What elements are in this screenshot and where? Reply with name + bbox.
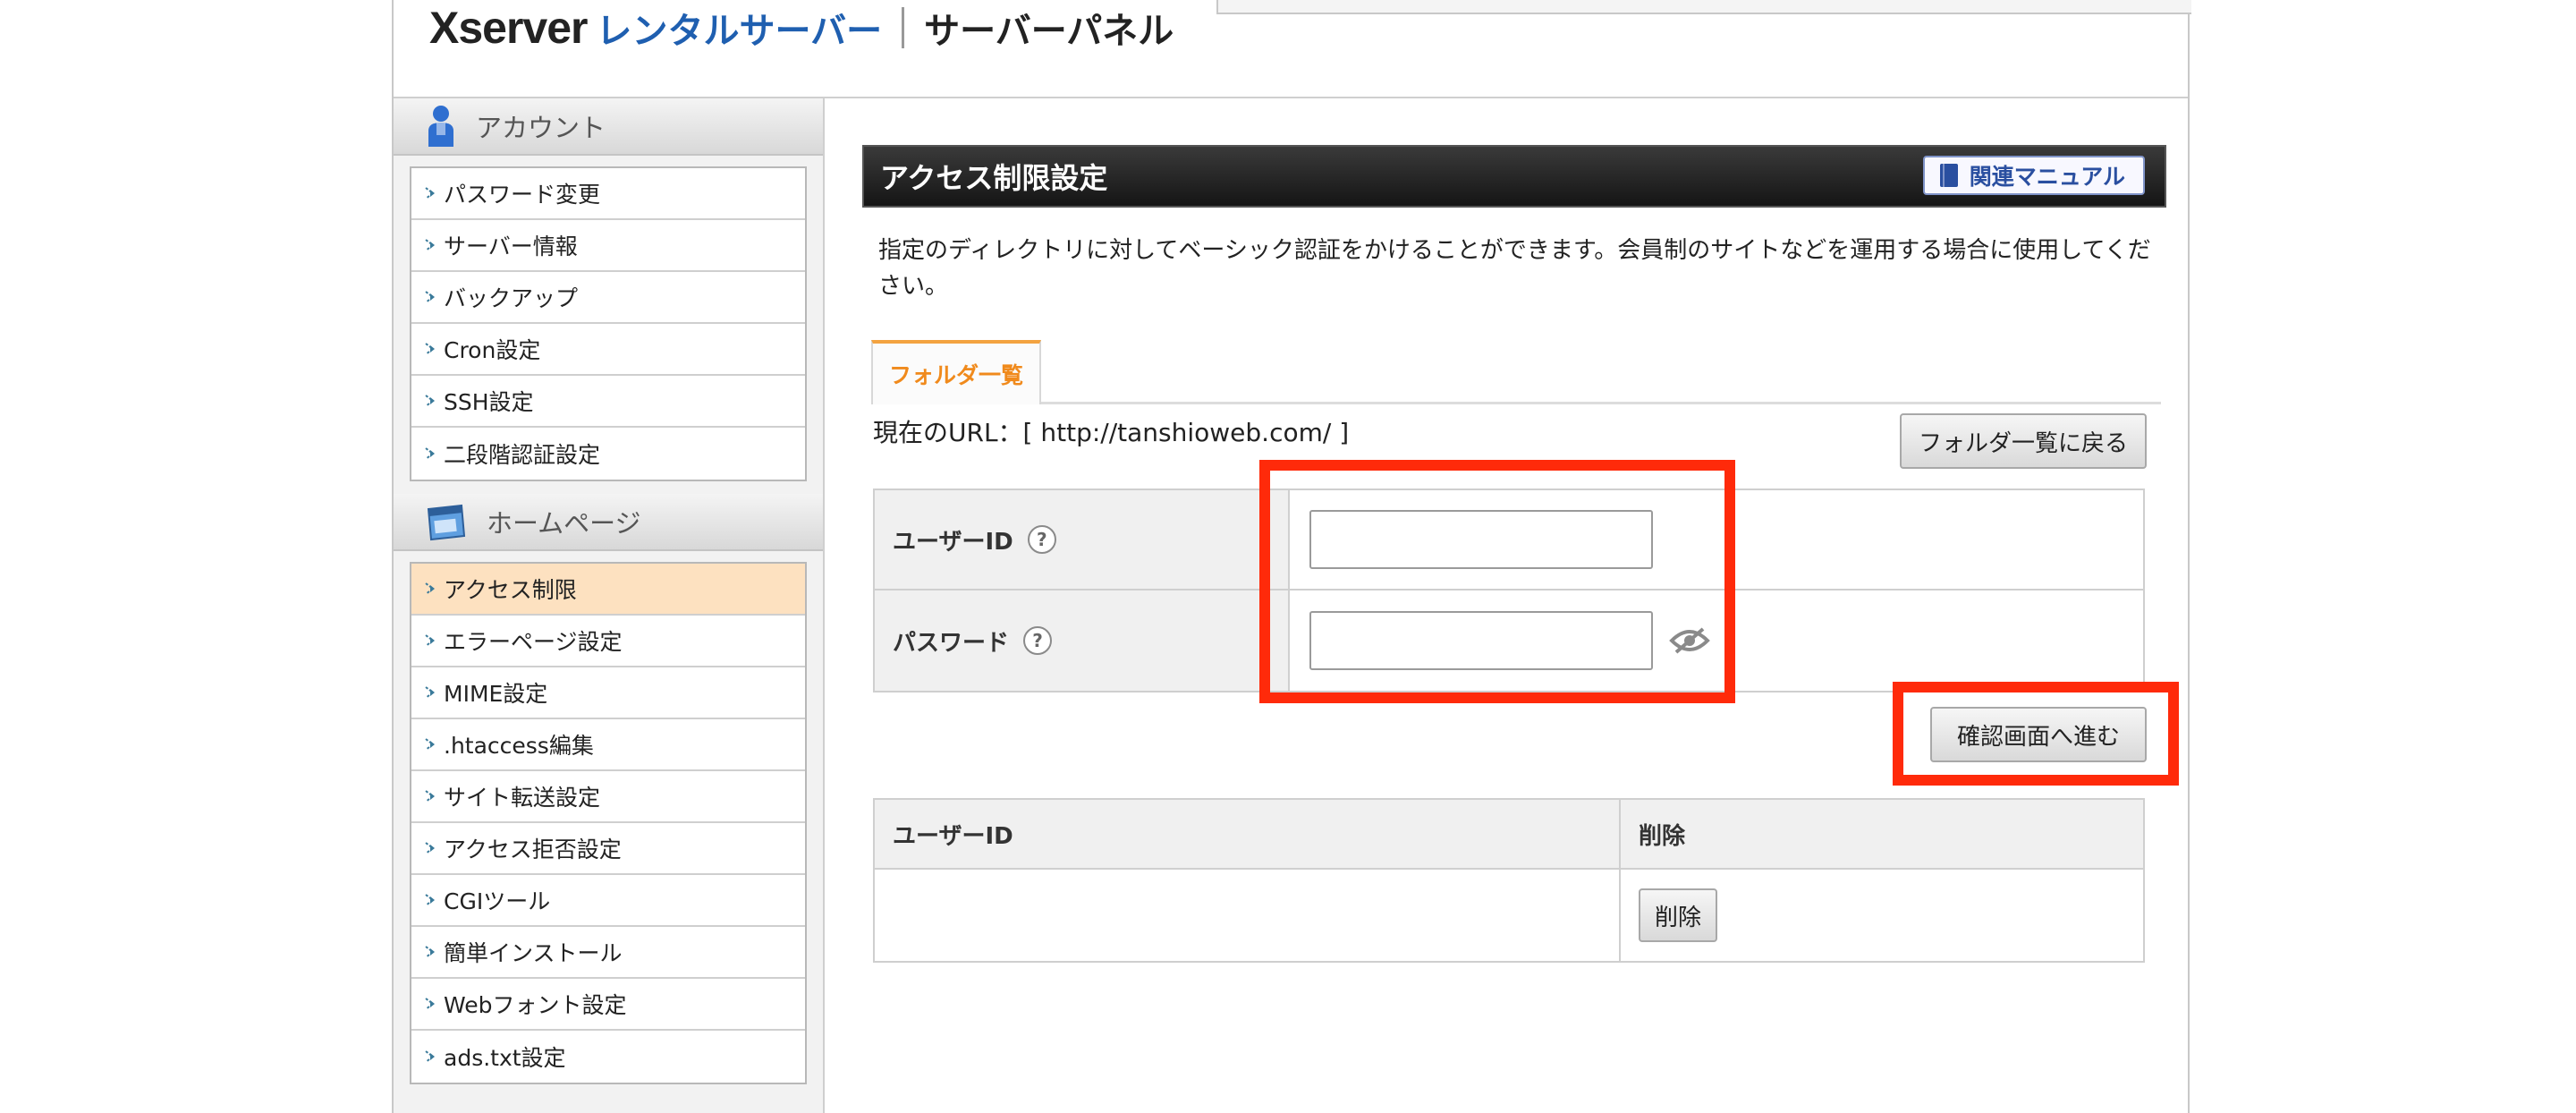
- arrow-bullet-icon: [425, 343, 435, 355]
- arrow-bullet-icon: [425, 634, 435, 647]
- page-description: 指定のディレクトリに対してベーシック認証をかけることができます。会員制のサイトな…: [878, 237, 2151, 300]
- sidebar-item-mime[interactable]: MIME設定: [411, 667, 805, 719]
- tab-strip: フォルダ一覧: [871, 340, 2161, 404]
- sidebar-item-site-redirect[interactable]: サイト転送設定: [411, 771, 805, 823]
- sidebar-item-label: アクセス拒否設定: [444, 837, 622, 862]
- logo[interactable]: Xserver レンタルサーバー サーバーパネル: [429, 3, 1174, 53]
- column-header-user-id: ユーザーID: [875, 800, 1621, 868]
- sidebar-item-backup[interactable]: バックアップ: [411, 272, 805, 324]
- logo-divider: [902, 7, 905, 48]
- password-label: パスワード: [893, 629, 1010, 657]
- arrow-bullet-icon: [425, 395, 435, 407]
- arrow-bullet-icon: [425, 842, 435, 854]
- arrow-bullet-icon: [425, 187, 435, 200]
- sidebar-item-ssh[interactable]: SSH設定: [411, 376, 805, 428]
- form-label-password: パスワード ?: [875, 590, 1290, 691]
- help-icon[interactable]: ?: [1023, 626, 1053, 655]
- back-to-folder-list-label: フォルダ一覧に戻る: [1918, 429, 2128, 457]
- related-manual-button[interactable]: 関連マニュアル: [1922, 156, 2145, 195]
- delete-button[interactable]: 削除: [1639, 888, 1718, 942]
- back-to-folder-list-button[interactable]: フォルダ一覧に戻る: [1900, 413, 2147, 469]
- sidebar-item-label: パスワード変更: [444, 182, 601, 208]
- sidebar-item-label: .htaccess編集: [444, 733, 594, 759]
- sidebar-item-label: Webフォント設定: [444, 992, 627, 1018]
- sidebar-item-label: SSH設定: [444, 389, 534, 415]
- column-header-delete: 削除: [1639, 822, 1686, 850]
- user-list-header: ユーザーID 削除: [875, 800, 2143, 870]
- sidebar-item-label: エラーページ設定: [444, 629, 623, 655]
- arrow-bullet-icon: [425, 946, 435, 958]
- sidebar-item-label: ads.txt設定: [444, 1045, 566, 1071]
- arrow-bullet-icon: [425, 738, 435, 751]
- sidebar-item-password-change[interactable]: パスワード変更: [411, 168, 805, 220]
- logo-xserver: Xserver: [429, 3, 588, 53]
- sidebar-item-label: Cron設定: [444, 337, 541, 363]
- sidebar-item-two-factor[interactable]: 二段階認証設定: [411, 428, 805, 480]
- form-label-user-id: ユーザーID ?: [875, 490, 1290, 589]
- sidebar-item-label: バックアップ: [444, 285, 579, 311]
- arrow-bullet-icon: [425, 582, 435, 595]
- table-row: 削除: [875, 870, 2143, 961]
- logo-rental-server: レンタルサーバー: [596, 11, 883, 52]
- sidebar-item-server-info[interactable]: サーバー情報: [411, 220, 805, 272]
- sidebar-item-web-font[interactable]: Webフォント設定: [411, 979, 805, 1031]
- window-icon: [427, 504, 466, 541]
- arrow-bullet-icon: [425, 1050, 435, 1063]
- sidebar-item-access-restriction[interactable]: アクセス制限: [411, 564, 805, 616]
- page-frame: Xserver レンタルサーバー サーバーパネル アカウント パスワード変更 サ…: [392, 0, 2191, 1113]
- sidebar-item-label: サイト転送設定: [444, 785, 601, 811]
- arrow-bullet-icon: [425, 998, 435, 1010]
- arrow-bullet-icon: [425, 790, 435, 803]
- sidebar-item-cgi-tool[interactable]: CGIツール: [411, 875, 805, 927]
- sidebar-item-easy-install[interactable]: 簡単インストール: [411, 927, 805, 979]
- header: Xserver レンタルサーバー サーバーパネル: [394, 0, 2191, 98]
- sidebar-item-label: 二段階認証設定: [444, 442, 601, 468]
- sidebar-item-cron[interactable]: Cron設定: [411, 324, 805, 376]
- user-list-table: ユーザーID 削除 削除: [873, 798, 2145, 963]
- sidebar-section-homepage: ホームページ: [394, 494, 823, 551]
- help-icon[interactable]: ?: [1027, 525, 1056, 554]
- arrow-bullet-icon: [425, 686, 435, 699]
- sidebar-item-label: サーバー情報: [444, 234, 578, 259]
- tab-folder-list[interactable]: フォルダ一覧: [871, 340, 1041, 404]
- user-icon: [428, 106, 453, 147]
- sidebar-item-label: CGIツール: [444, 888, 551, 914]
- highlight-box-confirm: [1893, 682, 2179, 786]
- sidebar-section-title: ホームページ: [487, 508, 641, 539]
- sidebar-item-label: 簡単インストール: [444, 940, 623, 966]
- sidebar-item-ads-txt[interactable]: ads.txt設定: [411, 1031, 805, 1083]
- page-title: アクセス制限設定: [880, 161, 1108, 195]
- highlight-box-inputs: [1259, 460, 1735, 703]
- book-icon: [1939, 164, 1958, 187]
- page-title-bar: アクセス制限設定 関連マニュアル: [862, 145, 2166, 208]
- arrow-bullet-icon: [425, 291, 435, 303]
- arrow-bullet-icon: [425, 239, 435, 251]
- current-url: 現在のURL：[ http://tanshioweb.com/ ]: [873, 418, 1350, 447]
- table-cell-user-id: [875, 870, 1621, 961]
- sidebar-section-title: アカウント: [476, 113, 606, 143]
- user-id-label: ユーザーID: [893, 528, 1013, 556]
- arrow-bullet-icon: [425, 447, 435, 460]
- header-bar: [1216, 0, 2191, 14]
- table-cell-delete: 削除: [1621, 870, 2143, 961]
- related-manual-label: 関連マニュアル: [1969, 164, 2125, 190]
- sidebar: アカウント パスワード変更 サーバー情報 バックアップ Cron設定 SSH設定: [394, 98, 825, 1113]
- arrow-bullet-icon: [425, 894, 435, 906]
- sidebar-item-label: MIME設定: [444, 681, 548, 707]
- sidebar-section-account: アカウント: [394, 98, 823, 156]
- sidebar-item-label: アクセス制限: [444, 577, 577, 603]
- sidebar-item-htaccess[interactable]: .htaccess編集: [411, 719, 805, 771]
- sidebar-item-access-deny[interactable]: アクセス拒否設定: [411, 823, 805, 875]
- sidebar-list-account: パスワード変更 サーバー情報 バックアップ Cron設定 SSH設定 二段階認証…: [410, 166, 807, 481]
- sidebar-list-homepage: アクセス制限 エラーページ設定 MIME設定 .htaccess編集 サイト転送…: [410, 562, 807, 1084]
- panel-title: サーバーパネル: [924, 11, 1174, 52]
- sidebar-item-error-page[interactable]: エラーページ設定: [411, 616, 805, 667]
